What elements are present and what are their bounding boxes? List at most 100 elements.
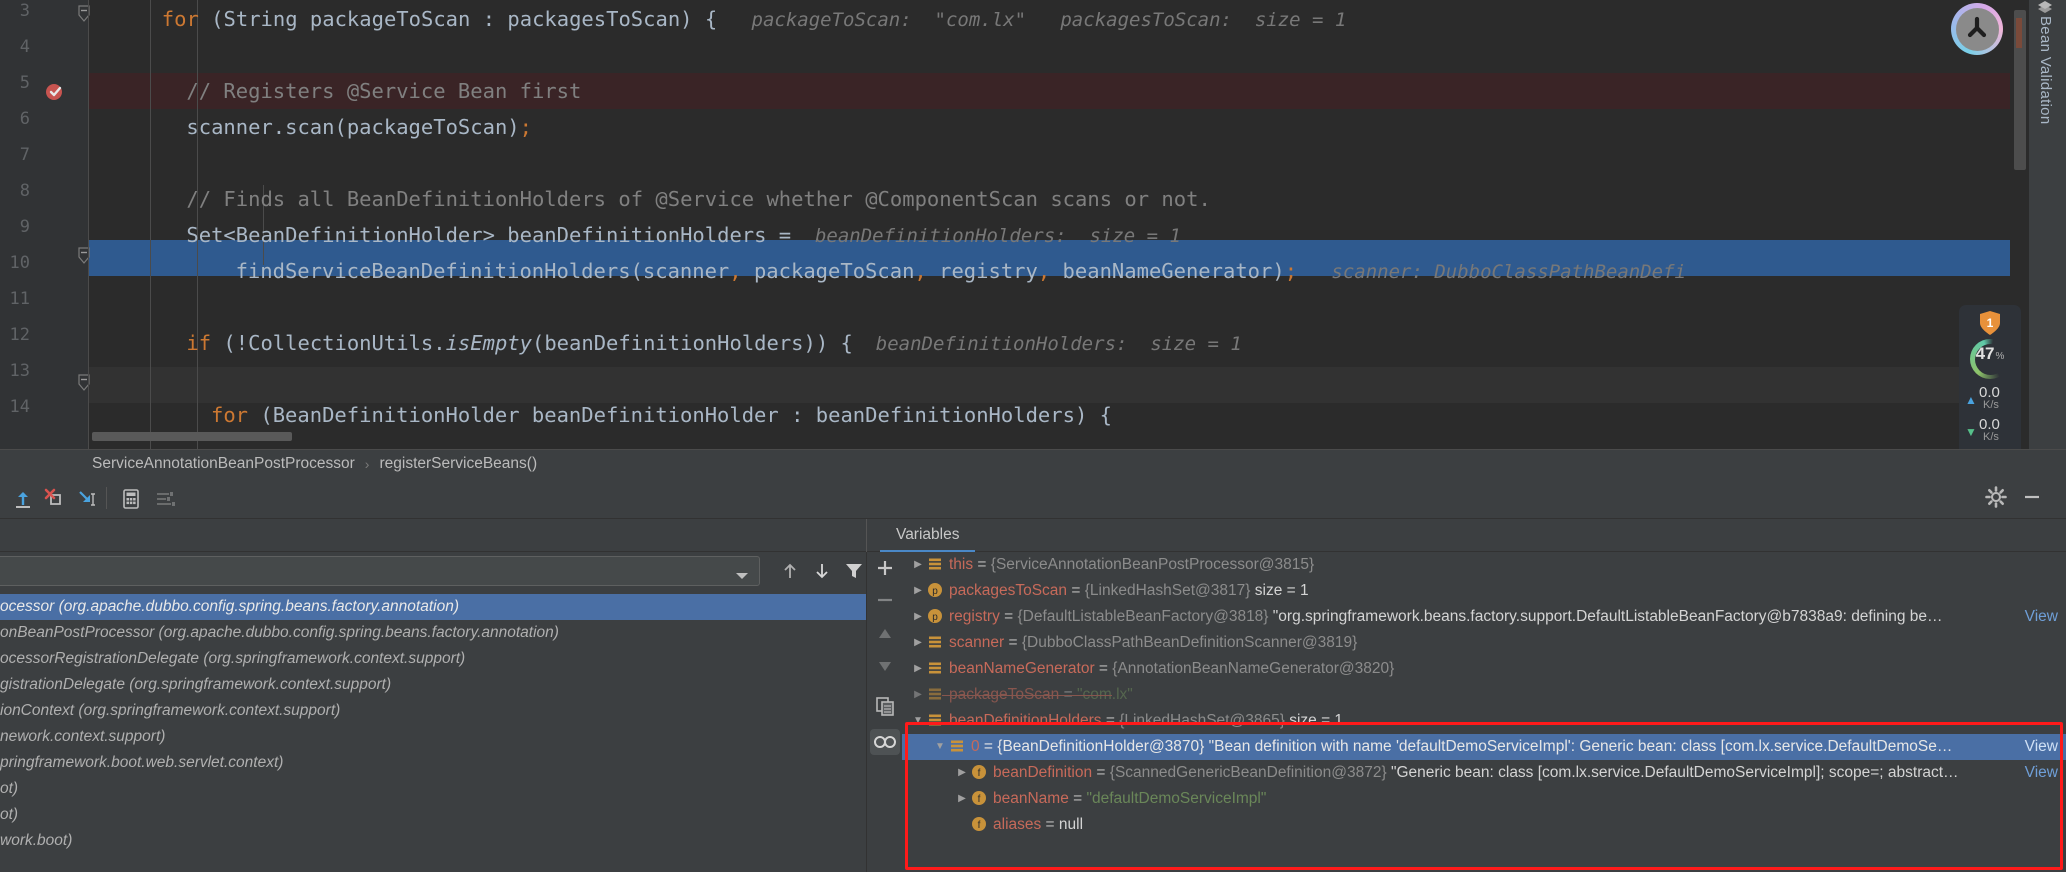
variable-type: {BeanDefinitionHolder@3870} xyxy=(997,738,1205,756)
chevron-right-icon[interactable]: ▶ xyxy=(910,604,926,630)
breadcrumb-class[interactable]: ServiceAnnotationBeanPostProcessor xyxy=(92,455,355,473)
chevron-down-icon[interactable]: ▼ xyxy=(910,708,926,734)
percent-symbol: % xyxy=(1995,350,2005,362)
code-line[interactable]: // Registers @Service Bean first xyxy=(88,73,2066,109)
code-line[interactable]: for (String packageToScan : packagesToSc… xyxy=(88,1,2066,37)
performance-widget[interactable]: 1 47% ▲ 0.0 K/s ▼ 0.0 K/s xyxy=(1959,305,2021,449)
frame-down-icon[interactable] xyxy=(810,559,834,583)
chevron-right-icon[interactable]: ▶ xyxy=(910,656,926,682)
frame-up-icon[interactable] xyxy=(778,559,802,583)
code-token: if xyxy=(186,331,224,355)
view-link[interactable]: View xyxy=(2025,760,2058,786)
chevron-right-icon[interactable]: ▶ xyxy=(910,630,926,656)
variable-row[interactable]: ▶ this = {ServiceAnnotationBeanPostProces… xyxy=(902,552,2066,578)
frame-row[interactable]: onBeanPostProcessor (org.apache.dubbo.co… xyxy=(0,620,866,646)
frames-list[interactable]: ocessor (org.apache.dubbo.config.spring.… xyxy=(0,594,866,872)
editor-horizontal-scrollbar[interactable] xyxy=(92,432,292,441)
watches-icon[interactable] xyxy=(870,729,900,755)
variable-row[interactable]: ▶ scanner = {DubboClassPathBeanDefinition… xyxy=(902,630,2066,656)
code-line[interactable]: Set<BeanDefinitionHolder> beanDefinition… xyxy=(88,217,2066,253)
code-line[interactable] xyxy=(88,145,2066,181)
variable-row[interactable]: ▼ beanDefinitionHolders = {LinkedHashSet@… xyxy=(902,708,2066,734)
chevron-right-icon[interactable]: ▶ xyxy=(910,682,926,708)
view-link[interactable]: View xyxy=(2025,604,2058,630)
code-line[interactable] xyxy=(88,361,2066,397)
variable-equals: = xyxy=(1101,712,1120,730)
logo-icon xyxy=(1967,16,1987,38)
variable-row[interactable]: ▶ p registry = {DefaultListableBeanFactory… xyxy=(902,604,2066,630)
variable-string-value: "defaultDemoServiceImpl" xyxy=(1086,790,1267,808)
copy-value-icon[interactable] xyxy=(873,694,897,718)
frame-row[interactable]: gistrationDelegate (org.springframework.… xyxy=(0,672,866,698)
editor-gutter[interactable]: 3 4 5 6 7 8 9 10 11 12 13 14 xyxy=(0,0,90,449)
frame-row[interactable]: work.boot) xyxy=(0,828,866,854)
code-line[interactable] xyxy=(88,37,2066,73)
code-line[interactable] xyxy=(88,289,2066,325)
code-line[interactable]: scanner.scan(packageToScan); xyxy=(88,109,2066,145)
variable-row[interactable]: ▶ f beanName = "defaultDemoServiceImpl" xyxy=(902,786,2066,812)
right-tool-strip[interactable]: Bean Validation xyxy=(2028,0,2066,449)
code-token: ; xyxy=(1284,259,1298,283)
settings-threads-icon[interactable] xyxy=(152,486,178,512)
chevron-down-icon[interactable] xyxy=(735,568,749,586)
debugger-toolbar[interactable] xyxy=(0,477,2066,519)
variable-row[interactable]: ▶ f beanDefinition = {ScannedGenericBeanDe… xyxy=(902,760,2066,786)
debugger-panel[interactable]: Variables ocessor (org.apache.dubbo.conf… xyxy=(0,477,2066,872)
code-line[interactable]: // Finds all BeanDefinitionHolders of @S… xyxy=(88,181,2066,217)
variables-side-toolbar[interactable] xyxy=(866,552,902,872)
chevron-down-icon[interactable]: ▼ xyxy=(932,734,948,760)
step-out-icon[interactable] xyxy=(10,486,36,512)
frames-pane[interactable]: ocessor (org.apache.dubbo.config.spring.… xyxy=(0,552,866,872)
breakpoint-icon[interactable] xyxy=(44,80,66,102)
evaluate-expression-icon[interactable] xyxy=(118,486,144,512)
chevron-right-icon[interactable]: ▶ xyxy=(954,786,970,812)
breadcrumb[interactable]: ServiceAnnotationBeanPostProcessor › reg… xyxy=(0,449,2066,477)
code-token: (beanDefinitionHolders)) { xyxy=(532,331,853,355)
frame-row[interactable]: ocessorRegistrationDelegate (org.springf… xyxy=(0,646,866,672)
frame-row[interactable]: ocessor (org.apache.dubbo.config.spring.… xyxy=(0,594,866,620)
frame-row[interactable]: ot) xyxy=(0,776,866,802)
chevron-right-icon[interactable]: ▶ xyxy=(910,578,926,604)
chevron-right-icon[interactable]: ▶ xyxy=(954,760,970,786)
force-step-into-icon[interactable] xyxy=(42,486,68,512)
view-link[interactable]: View xyxy=(2025,734,2058,760)
breadcrumb-method[interactable]: registerServiceBeans() xyxy=(379,455,537,473)
variable-row[interactable]: ▼ 0 = {BeanDefinitionHolder@3870} "Bean d… xyxy=(902,734,2066,760)
filter-icon[interactable] xyxy=(842,559,866,583)
svg-text:1: 1 xyxy=(1987,316,1994,330)
gear-icon[interactable] xyxy=(1984,485,2008,509)
run-to-cursor-icon[interactable] xyxy=(74,486,100,512)
add-watch-icon[interactable] xyxy=(873,556,897,580)
code-line[interactable]: for (BeanDefinitionHolder beanDefinition… xyxy=(88,397,2066,433)
variable-equals: = xyxy=(1041,816,1059,833)
variable-row[interactable]: ▶ p packagesToScan = {LinkedHashSet@3817} … xyxy=(902,578,2066,604)
code-editor[interactable]: 3 4 5 6 7 8 9 10 11 12 13 14 for (String… xyxy=(0,0,2066,449)
move-up-icon[interactable] xyxy=(873,622,897,646)
tab-bean-validation[interactable]: Bean Validation xyxy=(2037,16,2054,124)
code-lines[interactable]: for (String packageToScan : packagesToSc… xyxy=(88,0,2066,449)
code-line[interactable]: findServiceBeanDefinitionHolders(scanner… xyxy=(88,253,2066,289)
variables-pane[interactable]: ▶ this = {ServiceAnnotationBeanPostProces… xyxy=(902,552,2066,872)
memory-gauge[interactable]: 47% xyxy=(1970,339,2010,379)
minimize-icon[interactable] xyxy=(2020,485,2044,509)
frame-row[interactable]: ionContext (org.springframework.context.… xyxy=(0,698,866,724)
inspection-badge[interactable]: 1 xyxy=(1978,310,2002,336)
variable-row[interactable]: f aliases = null xyxy=(902,812,2066,838)
remove-watch-icon[interactable] xyxy=(873,588,897,612)
variable-row[interactable]: ▶ packageToScan = "com.lx" xyxy=(902,682,2066,708)
move-down-icon[interactable] xyxy=(873,654,897,678)
variable-name: this xyxy=(949,556,974,574)
frame-row[interactable]: nework.context.support) xyxy=(0,724,866,750)
code-token: packageToScan xyxy=(753,259,915,283)
thread-selector[interactable] xyxy=(0,556,760,586)
user-avatar[interactable] xyxy=(1951,3,2003,55)
frame-row[interactable]: ot) xyxy=(0,802,866,828)
frame-row[interactable]: pringframework.boot.web.servlet.context) xyxy=(0,750,866,776)
debugger-tabs-row[interactable]: Variables xyxy=(0,519,2066,587)
svg-text:f: f xyxy=(978,768,981,779)
chevron-right-icon[interactable]: ▶ xyxy=(910,552,926,578)
toolbar-divider xyxy=(106,487,107,509)
tab-variables[interactable]: Variables xyxy=(880,519,976,552)
code-line[interactable]: if (!CollectionUtils.isEmpty(beanDefinit… xyxy=(88,325,2066,361)
variable-row[interactable]: ▶ beanNameGenerator = {AnnotationBeanName… xyxy=(902,656,2066,682)
